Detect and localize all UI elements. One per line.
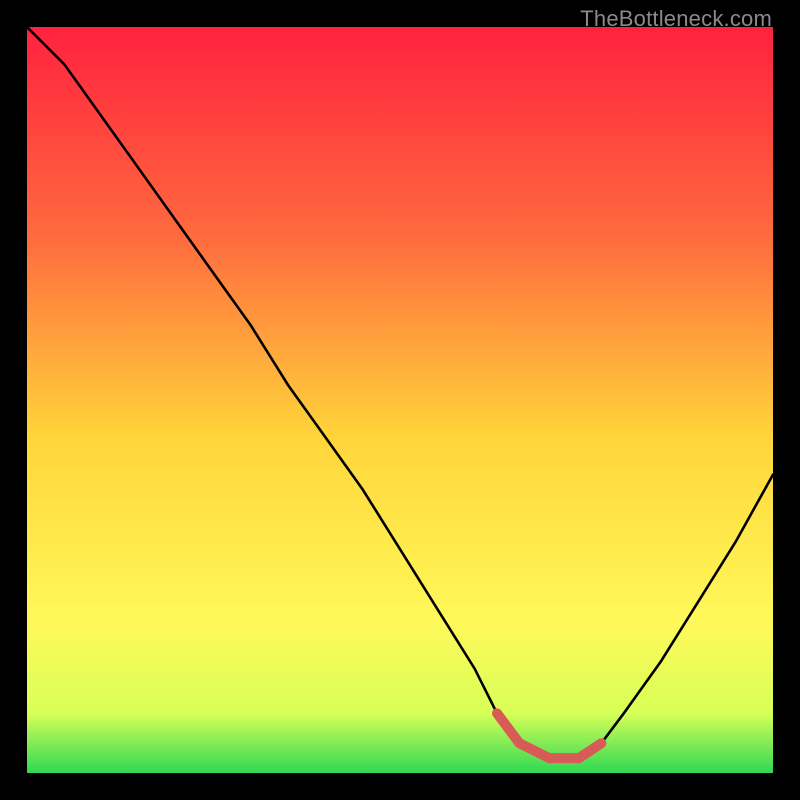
watermark-text: TheBottleneck.com	[580, 6, 772, 32]
chart-frame	[27, 27, 773, 773]
bottleneck-curve	[27, 27, 773, 773]
